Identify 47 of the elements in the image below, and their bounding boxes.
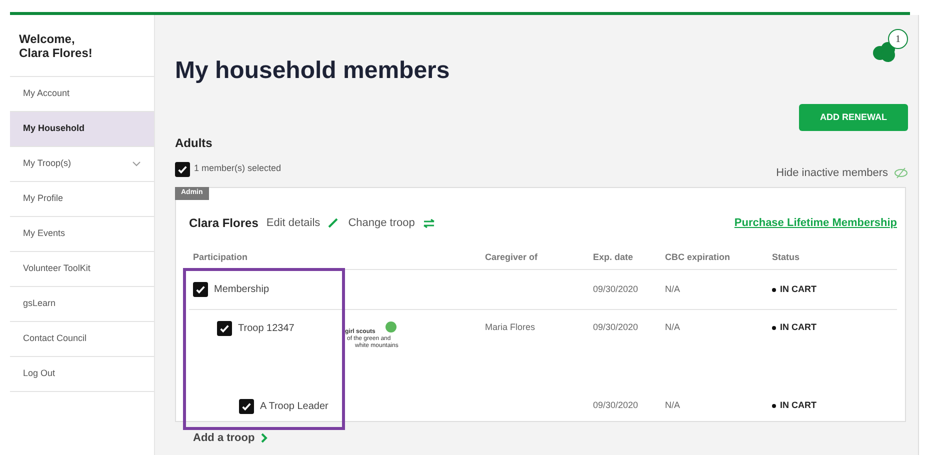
welcome-heading: Welcome, Clara Flores!	[10, 15, 154, 77]
checkbox[interactable]	[175, 162, 190, 176]
caregiver-cell-text: Maria Flores	[485, 321, 536, 334]
change-troop-link[interactable]: Change troop	[348, 214, 415, 232]
sidebar-item[interactable]: gsLearn	[10, 287, 154, 322]
exp-date-cell-text: 09/30/2020	[593, 282, 640, 296]
participation-label: Troop 12347	[238, 322, 294, 336]
sidebar-item[interactable]: Log Out	[10, 357, 154, 392]
edit-details-link[interactable]: Edit details	[266, 214, 320, 232]
cbc-cell-text: N/A	[665, 399, 682, 412]
sidebar-item[interactable]: My Events	[10, 217, 154, 252]
checkmark-icon	[195, 284, 206, 295]
status-cell-text: IN CART	[780, 321, 816, 334]
column-header: Exp. date	[593, 250, 634, 264]
member-name: Clara Flores	[189, 215, 258, 232]
exp-date-cell-text: 09/30/2020	[593, 399, 640, 412]
sidebar-item[interactable]: My Household	[10, 112, 154, 147]
sidebar-item[interactable]: Contact Council	[10, 322, 154, 357]
checkmark-icon	[241, 400, 252, 412]
clover-icon[interactable]	[872, 41, 898, 63]
sidebar-item[interactable]: My Profile	[10, 182, 154, 217]
sidebar-item[interactable]: My Troop(s)	[10, 147, 154, 182]
column-header: Participation	[193, 250, 249, 264]
pencil-icon[interactable]	[328, 218, 338, 228]
selection-count: 1 member(s) selected	[194, 162, 282, 176]
swap-arrows-icon[interactable]	[422, 218, 435, 228]
column-header: CBC expiration	[665, 250, 732, 264]
chevron-right-icon[interactable]	[260, 433, 268, 444]
status-cell-text: IN CART	[780, 399, 816, 412]
checkbox[interactable]	[217, 321, 232, 336]
exp-date-cell-text: 09/30/2020	[593, 321, 640, 334]
column-header: Caregiver of	[485, 250, 539, 264]
cbc-cell-text: N/A	[665, 321, 682, 334]
participation-label: A Troop Leader	[260, 400, 328, 414]
checkbox[interactable]	[193, 282, 208, 297]
count-badge: 1	[888, 29, 908, 49]
checkmark-icon	[219, 323, 230, 334]
column-header: Status	[772, 250, 801, 264]
section-heading: Adults	[175, 135, 214, 152]
checkbox[interactable]	[239, 398, 254, 414]
add-troop-link[interactable]: Add a troop	[193, 430, 255, 446]
checkmark-icon	[177, 164, 188, 174]
sidebar-item[interactable]: Volunteer ToolKit	[10, 252, 154, 287]
page-title: My household members	[175, 57, 450, 85]
status-cell-text: IN CART	[780, 282, 816, 296]
cbc-cell-text: N/A	[665, 282, 682, 296]
participation-label: Membership	[214, 283, 270, 297]
